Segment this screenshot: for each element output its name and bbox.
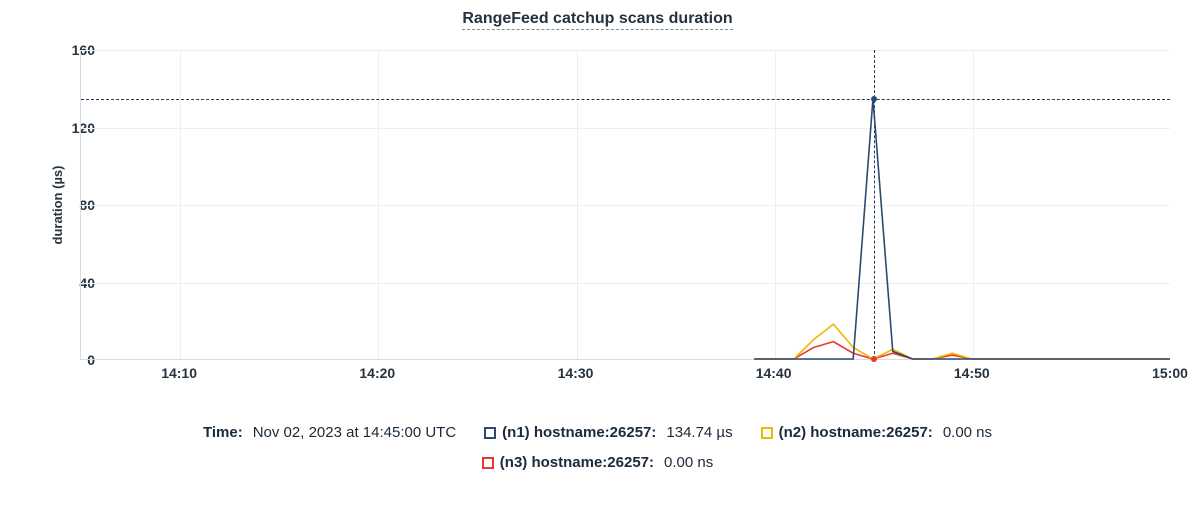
- x-tick: 14:20: [359, 365, 395, 381]
- swatch-icon: [761, 427, 773, 439]
- legend-row-1: Time: Nov 02, 2023 at 14:45:00 UTC (n1) …: [0, 418, 1195, 448]
- legend-series-value: 0.00 ns: [664, 448, 713, 478]
- legend-series-n1[interactable]: (n1) hostname:26257: 134.74 µs: [484, 418, 732, 448]
- legend-series-value: 134.74 µs: [666, 418, 732, 448]
- legend-series-name: (n3) hostname:26257:: [500, 448, 654, 478]
- legend-time: Time: Nov 02, 2023 at 14:45:00 UTC: [203, 418, 456, 448]
- chart-lines: [81, 50, 1170, 359]
- legend-series-n2[interactable]: (n2) hostname:26257: 0.00 ns: [761, 418, 992, 448]
- x-tick: 15:00: [1152, 365, 1188, 381]
- x-tick: 14:40: [756, 365, 792, 381]
- plot-area[interactable]: [80, 50, 1170, 360]
- y-axis-label: duration (µs): [50, 166, 65, 245]
- legend-series-value: 0.00 ns: [943, 418, 992, 448]
- x-tick: 14:50: [954, 365, 990, 381]
- swatch-icon: [484, 427, 496, 439]
- chart-container: RangeFeed catchup scans duration duratio…: [0, 0, 1195, 506]
- legend-series-n3[interactable]: (n3) hostname:26257: 0.00 ns: [482, 448, 713, 478]
- x-tick: 14:10: [161, 365, 197, 381]
- series-n1-line: [754, 99, 1170, 359]
- legend-series-name: (n1) hostname:26257:: [502, 418, 656, 448]
- hover-point-n1: [871, 96, 877, 102]
- chart-title: RangeFeed catchup scans duration: [0, 0, 1195, 28]
- legend-series-name: (n2) hostname:26257:: [779, 418, 933, 448]
- legend-time-label: Time:: [203, 418, 243, 448]
- series-n2-line: [754, 324, 1170, 359]
- legend-time-value: Nov 02, 2023 at 14:45:00 UTC: [253, 418, 456, 448]
- legend: Time: Nov 02, 2023 at 14:45:00 UTC (n1) …: [0, 418, 1195, 478]
- x-tick: 14:30: [558, 365, 594, 381]
- swatch-icon: [482, 457, 494, 469]
- hover-point-n3: [871, 356, 877, 362]
- legend-row-2: (n3) hostname:26257: 0.00 ns: [0, 448, 1195, 478]
- chart-title-text: RangeFeed catchup scans duration: [462, 10, 732, 30]
